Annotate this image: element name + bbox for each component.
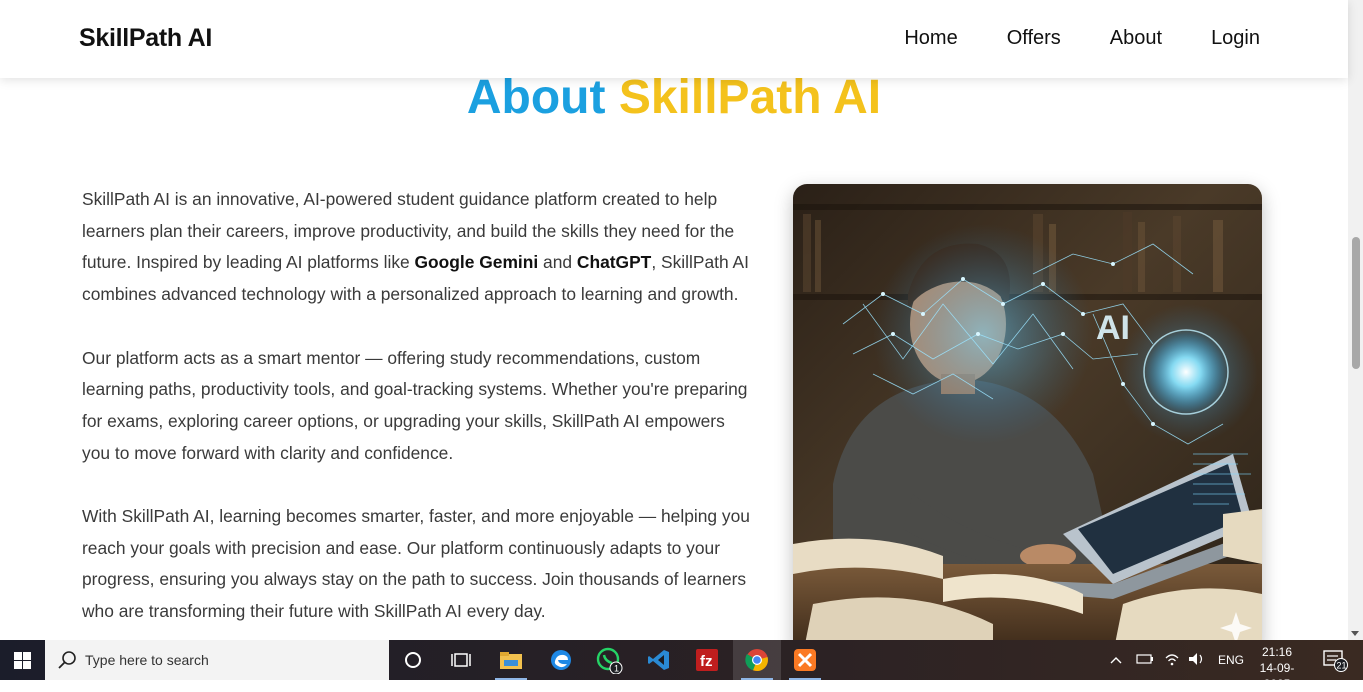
vscode-icon[interactable] (635, 640, 683, 680)
page-title: About SkillPath AI (0, 70, 1348, 125)
windows-taskbar: Type here to search 1 fz ENG 21:16 14-09… (0, 640, 1363, 691)
filezilla-icon[interactable]: fz (683, 640, 731, 680)
nav-links: Home Offers About Login (904, 27, 1260, 50)
nav-link-login[interactable]: Login (1211, 27, 1260, 50)
whatsapp-badge: 1 (614, 664, 619, 674)
cortana-icon[interactable] (389, 640, 437, 680)
xampp-icon[interactable] (781, 640, 829, 680)
battery-icon[interactable] (1136, 653, 1154, 668)
page-scrollbar[interactable] (1348, 0, 1363, 640)
paragraph-mentor: Our platform acts as a smart mentor — of… (82, 347, 748, 463)
taskbar-search[interactable]: Type here to search (45, 640, 389, 680)
svg-text:fz: fz (700, 653, 713, 670)
search-icon (58, 651, 76, 669)
clock-time: 21:16 (1261, 645, 1293, 659)
nav-link-offers[interactable]: Offers (1007, 27, 1061, 50)
search-placeholder: Type here to search (85, 652, 209, 668)
about-text: SkillPath AI is an innovative, AI-powere… (82, 184, 752, 640)
notification-count: 21 (1337, 661, 1347, 671)
scrollbar-thumb[interactable] (1352, 237, 1360, 369)
browser-viewport: SkillPath AI Home Offers About Login Abo… (0, 0, 1363, 640)
title-about: About (466, 71, 606, 124)
language-indicator[interactable]: ENG (1218, 653, 1244, 667)
system-tray: ENG (1110, 640, 1244, 680)
file-explorer-icon[interactable] (487, 640, 535, 680)
clock-date: 14-09-2025 (1259, 661, 1295, 691)
brand-logo[interactable]: SkillPath AI (79, 24, 212, 53)
bold-google-gemini: Google Gemini (414, 252, 539, 273)
image-ai-text: AI (1096, 309, 1130, 347)
task-view-icon[interactable] (437, 640, 485, 680)
windows-logo-icon (14, 651, 31, 669)
wifi-icon[interactable] (1164, 652, 1180, 669)
chevron-up-icon[interactable] (1110, 653, 1122, 667)
nav-link-about[interactable]: About (1110, 27, 1162, 50)
notification-center-icon[interactable]: 21 (1315, 640, 1355, 680)
bold-chatgpt: ChatGPT (576, 252, 652, 273)
paragraph-learning: With SkillPath AI, learning becomes smar… (82, 506, 750, 622)
paragraph-intro: SkillPath AI is an innovative, AI-powere… (82, 184, 752, 311)
nav-link-home[interactable]: Home (904, 27, 957, 50)
chrome-icon[interactable] (733, 640, 781, 680)
paragraph-intro-and: and (538, 252, 577, 273)
top-navbar: SkillPath AI Home Offers About Login (0, 0, 1348, 78)
system-clock[interactable]: 21:16 14-09-2025 (1247, 644, 1307, 692)
title-brand: SkillPath AI (618, 71, 882, 124)
scroll-down-arrow-icon[interactable] (1351, 631, 1359, 636)
whatsapp-icon[interactable]: 1 (585, 640, 633, 680)
student-ai-image: AI (793, 184, 1262, 640)
start-button[interactable] (0, 640, 45, 680)
volume-icon[interactable] (1188, 652, 1206, 669)
edge-browser-icon[interactable] (537, 640, 585, 680)
